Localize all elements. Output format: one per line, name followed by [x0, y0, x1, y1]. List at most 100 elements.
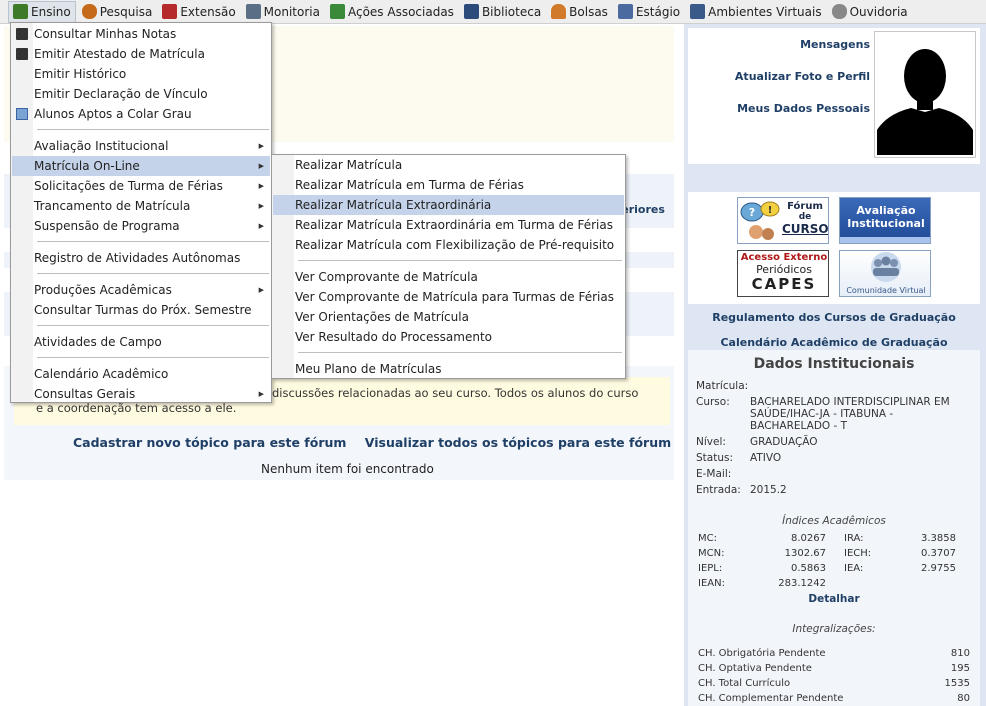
menu-item-atividades-autonomas[interactable]: Registro de Atividades Autônomas	[12, 248, 270, 268]
submenu-item-plano-matriculas[interactable]: Meu Plano de Matrículas	[273, 359, 624, 379]
indices-title: Índices Acadêmicos	[782, 515, 886, 527]
submenu-arrow-icon: ▶	[258, 182, 264, 190]
nivel-label: Nível:	[696, 436, 726, 448]
silhouette-icon	[877, 34, 973, 155]
menu-item-label: Suspensão de Programa	[34, 219, 180, 233]
menu-item-consultar-notas[interactable]: Consultar Minhas Notas	[12, 24, 270, 44]
personal-data-link[interactable]: Meus Dados Pessoais	[737, 102, 870, 115]
ch-value: 80	[957, 693, 970, 704]
menu-item-label: Consultas Gerais	[34, 387, 136, 401]
ch-label: CH. Optativa Pendente	[698, 663, 812, 674]
menu-item-matricula-online[interactable]: Matrícula On-Line ▶	[12, 156, 270, 176]
curso-value: BACHARELADO INTERDISCIPLINAR EM SAÚDE/IH…	[750, 396, 950, 432]
menu-separator	[37, 273, 269, 274]
index-label: IEPL:	[698, 563, 723, 574]
view-all-topics-link[interactable]: Visualizar todos os tópicos para este fó…	[365, 435, 671, 450]
menu-item-atestado-matricula[interactable]: Emitir Atestado de Matrícula	[12, 44, 270, 64]
puzzle-icon	[329, 4, 345, 19]
banner-text: Avaliação	[856, 204, 916, 217]
submenu-item-resultado-processamento[interactable]: Ver Resultado do Processamento	[273, 327, 624, 347]
index-value: 283.1242	[778, 578, 826, 589]
profile-photo[interactable]	[874, 31, 976, 158]
menu-separator	[37, 357, 269, 358]
menu-item-consultas-gerais[interactable]: Consultas Gerais ▶	[12, 384, 270, 404]
menu-item-label: Emitir Declaração de Vínculo	[34, 87, 208, 101]
menu-pesquisa[interactable]: Pesquisa	[78, 1, 157, 23]
ch-value: 195	[950, 663, 970, 674]
menu-ensino[interactable]: Ensino	[8, 0, 76, 23]
menu-item-label: Realizar Matrícula com Flexibilização de…	[295, 238, 615, 252]
curso-value-line: SAÚDE/IHAC-JA - ITABUNA -	[750, 408, 894, 420]
calculator-icon	[16, 28, 28, 40]
menu-ambientes-virtuais[interactable]: Ambientes Virtuais	[686, 1, 825, 23]
menu-item-turma-ferias[interactable]: Solicitações de Turma de Férias ▶	[12, 176, 270, 196]
menu-item-aptos-colar-grau[interactable]: Alunos Aptos a Colar Grau	[12, 104, 270, 124]
menu-item-label: Trancamento de Matrícula	[34, 199, 191, 213]
menu-item-label: Emitir Atestado de Matrícula	[34, 47, 205, 61]
forum-curso-banner[interactable]: ? ! Fórum de CURSO	[737, 197, 829, 244]
menu-ouvidoria[interactable]: Ouvidoria	[828, 1, 912, 23]
monitor-icon	[245, 4, 261, 19]
comunidade-virtual-banner[interactable]: Comunidade Virtual	[839, 250, 931, 297]
detalhar-link[interactable]: Detalhar	[688, 593, 980, 605]
submenu-item-matricula-extraordinaria-ferias[interactable]: Realizar Matrícula Extraordinária em Tur…	[273, 215, 624, 235]
menu-item-avaliacao-institucional[interactable]: Avaliação Institucional ▶	[12, 136, 270, 156]
index-value: 8.0267	[791, 533, 826, 544]
menu-item-declaracao-vinculo[interactable]: Emitir Declaração de Vínculo	[12, 84, 270, 104]
menu-item-turmas-proximo-semestre[interactable]: Consultar Turmas do Próx. Semestre	[12, 300, 270, 320]
menu-item-label: Produções Acadêmicas	[34, 283, 172, 297]
submenu-item-orientacoes-matricula[interactable]: Ver Orientações de Matrícula	[273, 307, 624, 327]
menu-item-label: Solicitações de Turma de Férias	[34, 179, 223, 193]
menu-item-suspensao[interactable]: Suspensão de Programa ▶	[12, 216, 270, 236]
menu-item-trancamento[interactable]: Trancamento de Matrícula ▶	[12, 196, 270, 216]
menu-ouvidoria-label: Ouvidoria	[849, 4, 908, 19]
menu-item-label: Meu Plano de Matrículas	[295, 362, 442, 376]
menu-bolsas[interactable]: Bolsas	[547, 1, 612, 23]
menu-biblioteca-label: Biblioteca	[481, 4, 542, 19]
menu-biblioteca[interactable]: Biblioteca	[460, 1, 545, 23]
email-label: E-Mail:	[696, 468, 732, 480]
menu-item-calendario-academico[interactable]: Calendário Acadêmico	[12, 364, 270, 384]
ch-value: 1535	[944, 678, 970, 689]
submenu-item-comprovante-ferias[interactable]: Ver Comprovante de Matrícula para Turmas…	[273, 287, 624, 307]
index-value: 1302.67	[784, 548, 826, 559]
submenu-item-flexibilizacao-pre-requisito[interactable]: Realizar Matrícula com Flexibilização de…	[273, 235, 624, 255]
submenu-item-matricula-turma-ferias[interactable]: Realizar Matrícula em Turma de Férias	[273, 175, 624, 195]
handshake-icon	[162, 4, 178, 19]
index-value: 0.3707	[921, 548, 956, 559]
menu-item-atividades-campo[interactable]: Atividades de Campo	[12, 332, 270, 352]
submenu-item-comprovante-matricula[interactable]: Ver Comprovante de Matrícula	[273, 267, 624, 287]
avaliacao-institucional-banner[interactable]: Avaliação Institucional	[839, 197, 931, 244]
integralizacoes-title: Integralizações:	[792, 623, 876, 635]
calendario-graduacao-link[interactable]: Calendário Acadêmico de Graduação	[688, 336, 980, 349]
menu-ensino-label: Ensino	[31, 4, 71, 19]
menu-monitoria-label: Monitoria	[263, 4, 320, 19]
menu-bolsas-label: Bolsas	[569, 4, 608, 19]
submenu-item-realizar-matricula[interactable]: Realizar Matrícula	[273, 155, 624, 175]
window-icon	[16, 108, 28, 120]
entrada-label: Entrada:	[696, 484, 741, 496]
people-icon	[690, 4, 706, 19]
menu-item-emitir-historico[interactable]: Emitir Histórico	[12, 64, 270, 84]
menu-acoes-associadas[interactable]: Ações Associadas	[326, 1, 458, 23]
curso-label: Curso:	[696, 396, 730, 408]
index-value: 2.9755	[921, 563, 956, 574]
banner-text: Fórum	[787, 201, 823, 212]
menu-separator	[298, 260, 622, 261]
index-label: IEA:	[844, 563, 864, 574]
messages-link[interactable]: Mensagens	[800, 38, 870, 51]
banner-text: Comunidade Virtual	[846, 286, 926, 295]
new-topic-link[interactable]: Cadastrar novo tópico para este fórum	[73, 435, 346, 450]
menu-monitoria[interactable]: Monitoria	[242, 1, 324, 23]
menu-item-label: Ver Comprovante de Matrícula para Turmas…	[295, 290, 614, 304]
update-photo-link[interactable]: Atualizar Foto e Perfil	[735, 70, 870, 83]
menu-item-label: Ver Comprovante de Matrícula	[295, 270, 478, 284]
menu-extensao[interactable]: Extensão	[158, 1, 239, 23]
submenu-item-matricula-extraordinaria[interactable]: Realizar Matrícula Extraordinária	[273, 195, 624, 215]
books-icon	[13, 4, 28, 19]
regulamento-link[interactable]: Regulamento dos Cursos de Graduação	[688, 311, 980, 324]
matricula-online-submenu: Realizar Matrícula Realizar Matrícula em…	[271, 154, 626, 379]
menu-item-producoes-academicas[interactable]: Produções Acadêmicas ▶	[12, 280, 270, 300]
menu-estagio[interactable]: Estágio	[614, 1, 684, 23]
capes-banner[interactable]: Acesso Externo Periódicos CAPES	[737, 250, 829, 297]
